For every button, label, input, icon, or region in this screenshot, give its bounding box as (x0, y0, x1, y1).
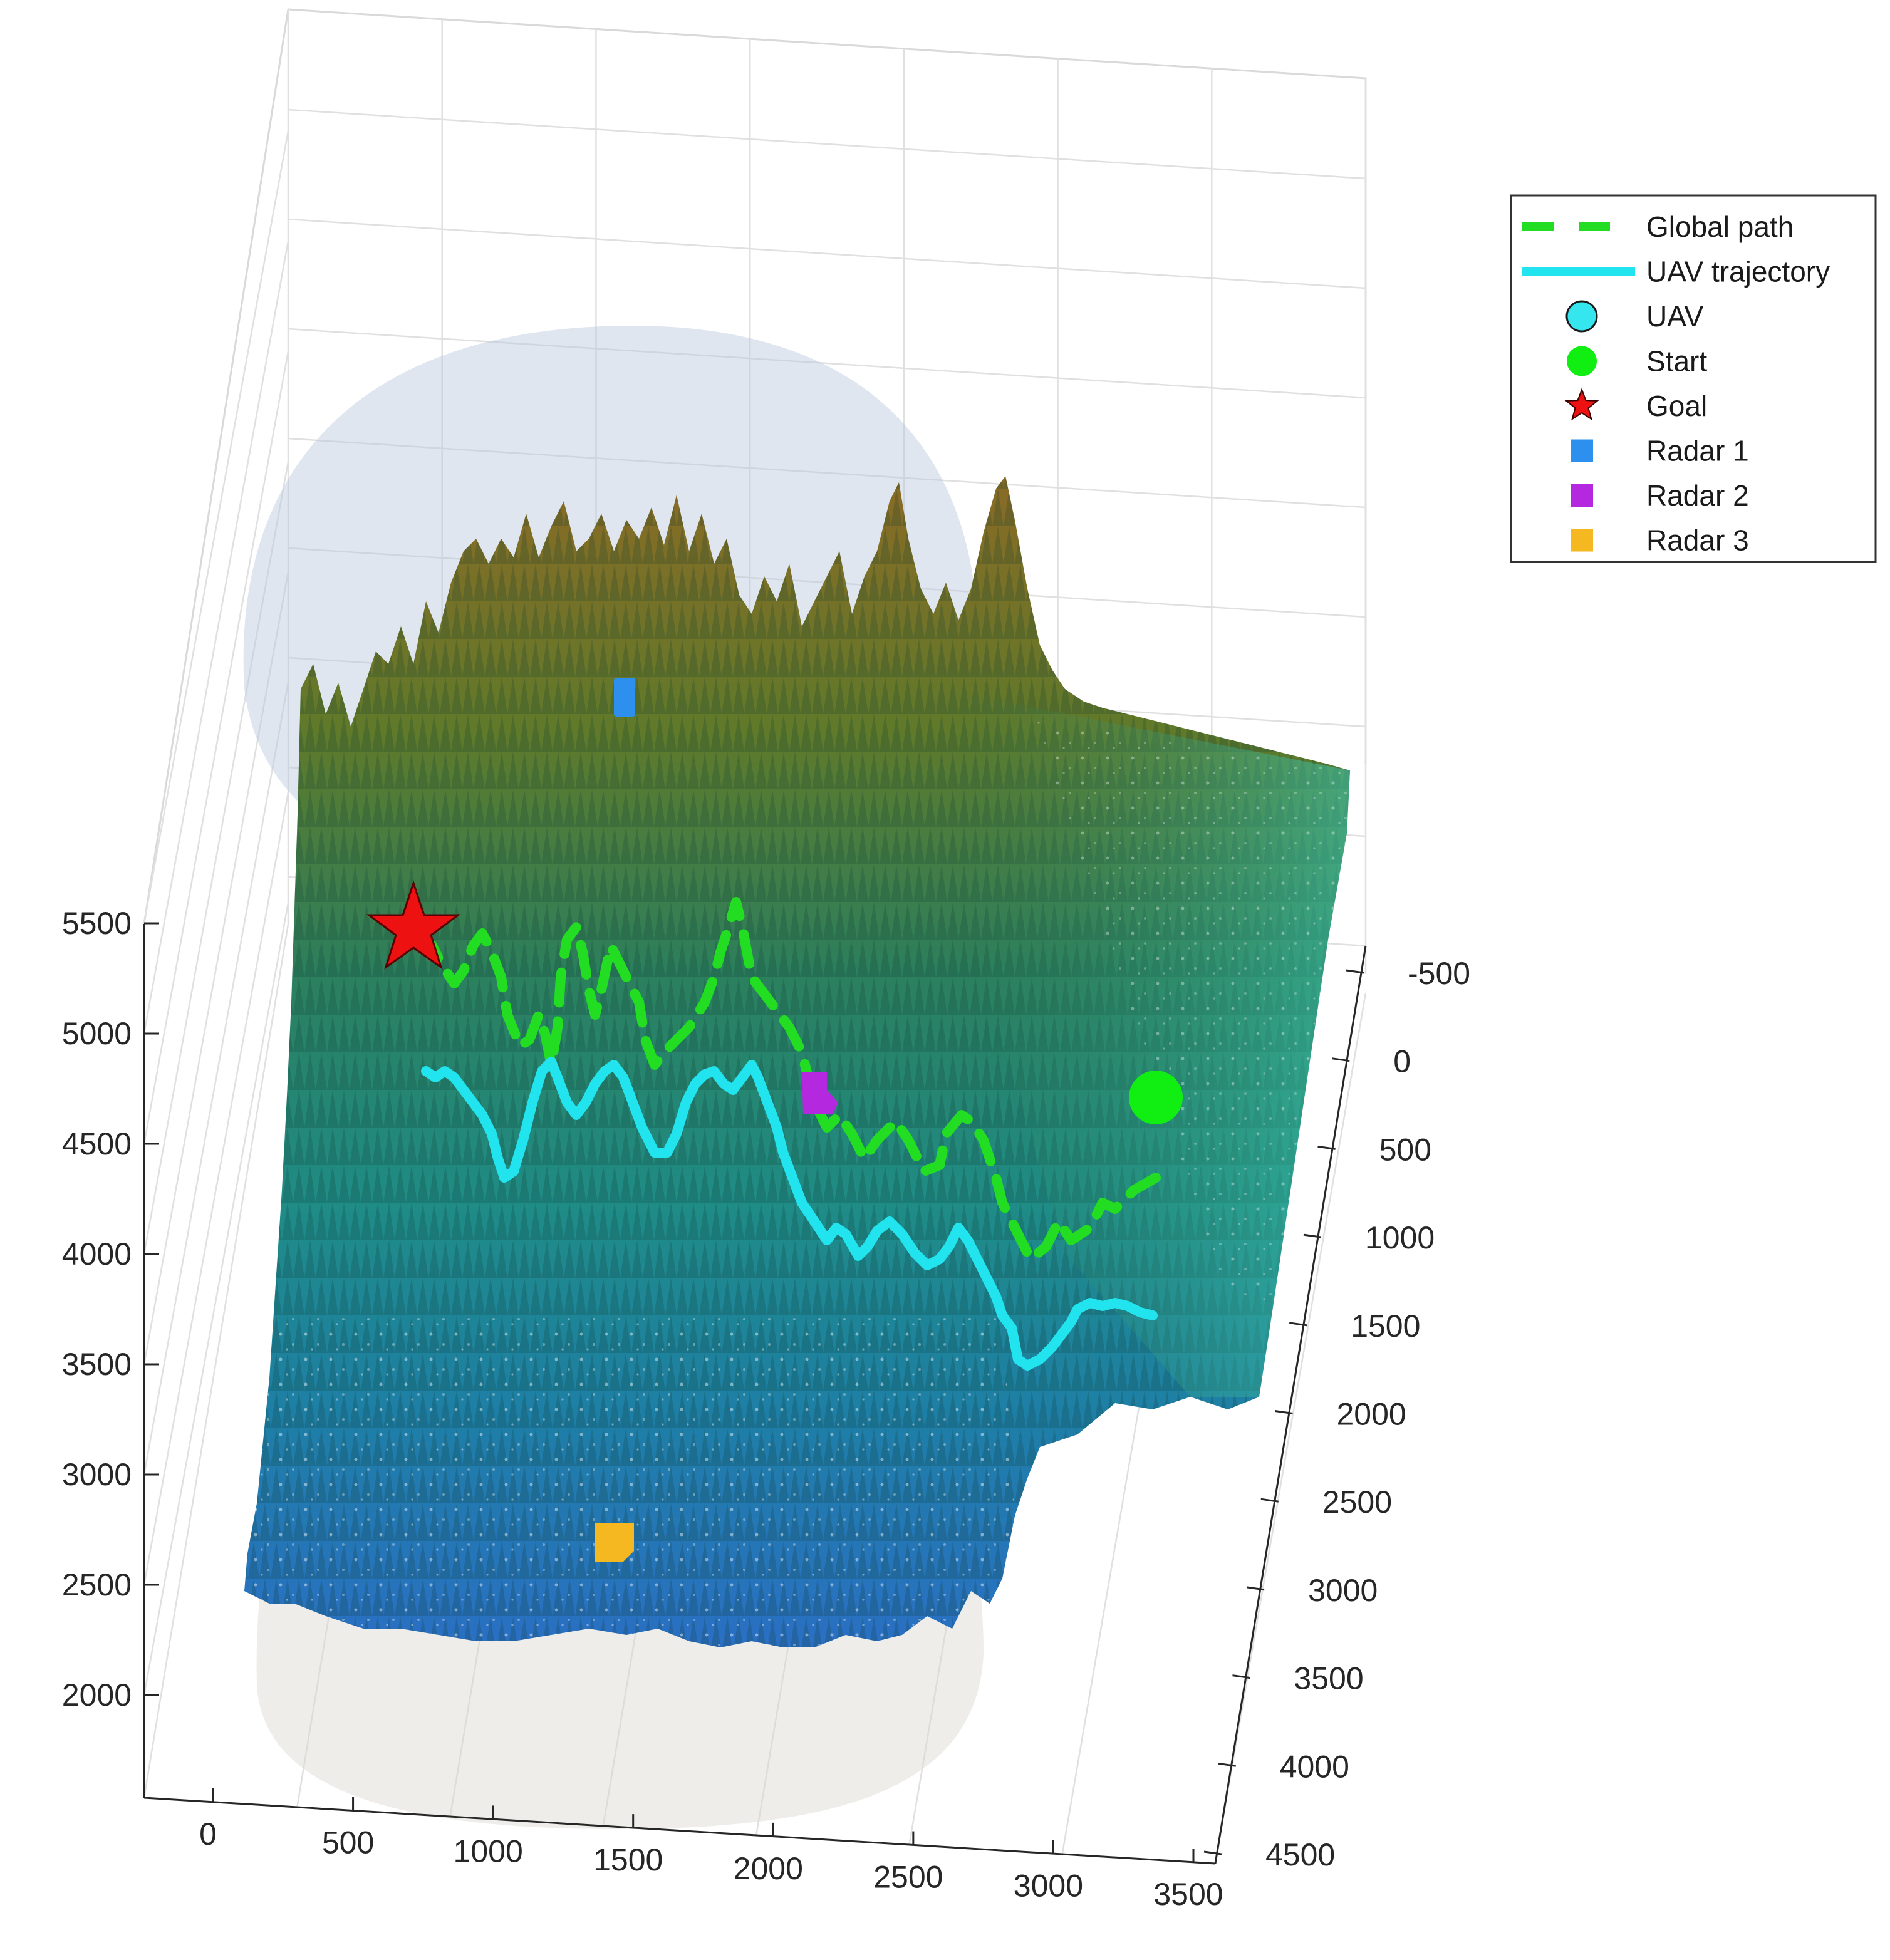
y-tick-label: -500 (1408, 956, 1470, 991)
legend-label: Start (1646, 345, 1707, 378)
legend-swatch-circle (1567, 346, 1597, 376)
grid-line-z (288, 218, 1366, 289)
legend-label: Radar 3 (1646, 524, 1749, 557)
y-tick-label: 3500 (1294, 1661, 1363, 1696)
x-tick-label: 2500 (873, 1860, 943, 1895)
legend-swatch-square (1571, 439, 1593, 462)
y-tick-mark (1246, 1586, 1265, 1591)
legend-swatch-circle (1565, 300, 1598, 333)
z-tick-label: 3000 (62, 1457, 132, 1492)
z-tick-label: 4000 (62, 1237, 132, 1272)
y-tick-label: 4000 (1280, 1749, 1349, 1784)
y-tick-mark (1203, 1850, 1222, 1855)
z-tick-label: 5500 (62, 906, 132, 941)
y-tick-label: 0 (1393, 1044, 1411, 1079)
legend-swatch-square (1571, 529, 1593, 552)
y-tick-label: 2000 (1337, 1397, 1406, 1432)
legend: Global path UAV trajectory UAV Start Goal Rad… (1510, 194, 1877, 563)
z-tick-label: 4500 (62, 1126, 132, 1161)
legend-label: Radar 1 (1646, 435, 1749, 467)
y-tick-label: 1000 (1365, 1220, 1435, 1255)
legend-label: UAV (1646, 300, 1703, 333)
x-tick-label: 1500 (593, 1842, 663, 1877)
x-tick-label: 500 (322, 1825, 374, 1860)
y-tick-label: 3000 (1308, 1573, 1378, 1608)
grid-line-z (288, 108, 1366, 180)
y-tick-label: 4500 (1265, 1837, 1335, 1872)
radar-1-marker (614, 678, 635, 717)
z-tick-label: 2000 (62, 1677, 132, 1713)
legend-label: Radar 2 (1646, 479, 1749, 512)
legend-swatch-square (1571, 484, 1593, 507)
z-tick-label: 3500 (62, 1347, 132, 1382)
x-tick-label: 0 (199, 1817, 217, 1852)
y-tick-label: 2500 (1322, 1485, 1392, 1520)
legend-label: UAV trajectory (1646, 256, 1830, 288)
legend-label: Global path (1646, 210, 1794, 243)
x-tick-label: 1000 (454, 1833, 523, 1869)
x-tick-label: 3000 (1014, 1868, 1083, 1903)
legend-label: Goal (1646, 390, 1707, 422)
x-tick-label: 3500 (1153, 1877, 1223, 1912)
x-tick-label: 2000 (734, 1851, 803, 1886)
radar-3-marker (595, 1523, 634, 1562)
chart-canvas: 20002500300035004000450050005500 0 500 100… (62, 8, 1877, 1912)
start-marker (1129, 1071, 1183, 1124)
y-tick-label: 1500 (1351, 1309, 1420, 1344)
z-tick-label: 5000 (62, 1016, 132, 1051)
y-tick-label: 500 (1379, 1132, 1431, 1167)
chart-figure: 2000 2500 3000 3500 4000 4500 5000 5500 0 500 100… (0, 0, 1890, 1960)
terrain-speckle (244, 1315, 1015, 1647)
z-tick-label: 2500 (62, 1567, 132, 1602)
